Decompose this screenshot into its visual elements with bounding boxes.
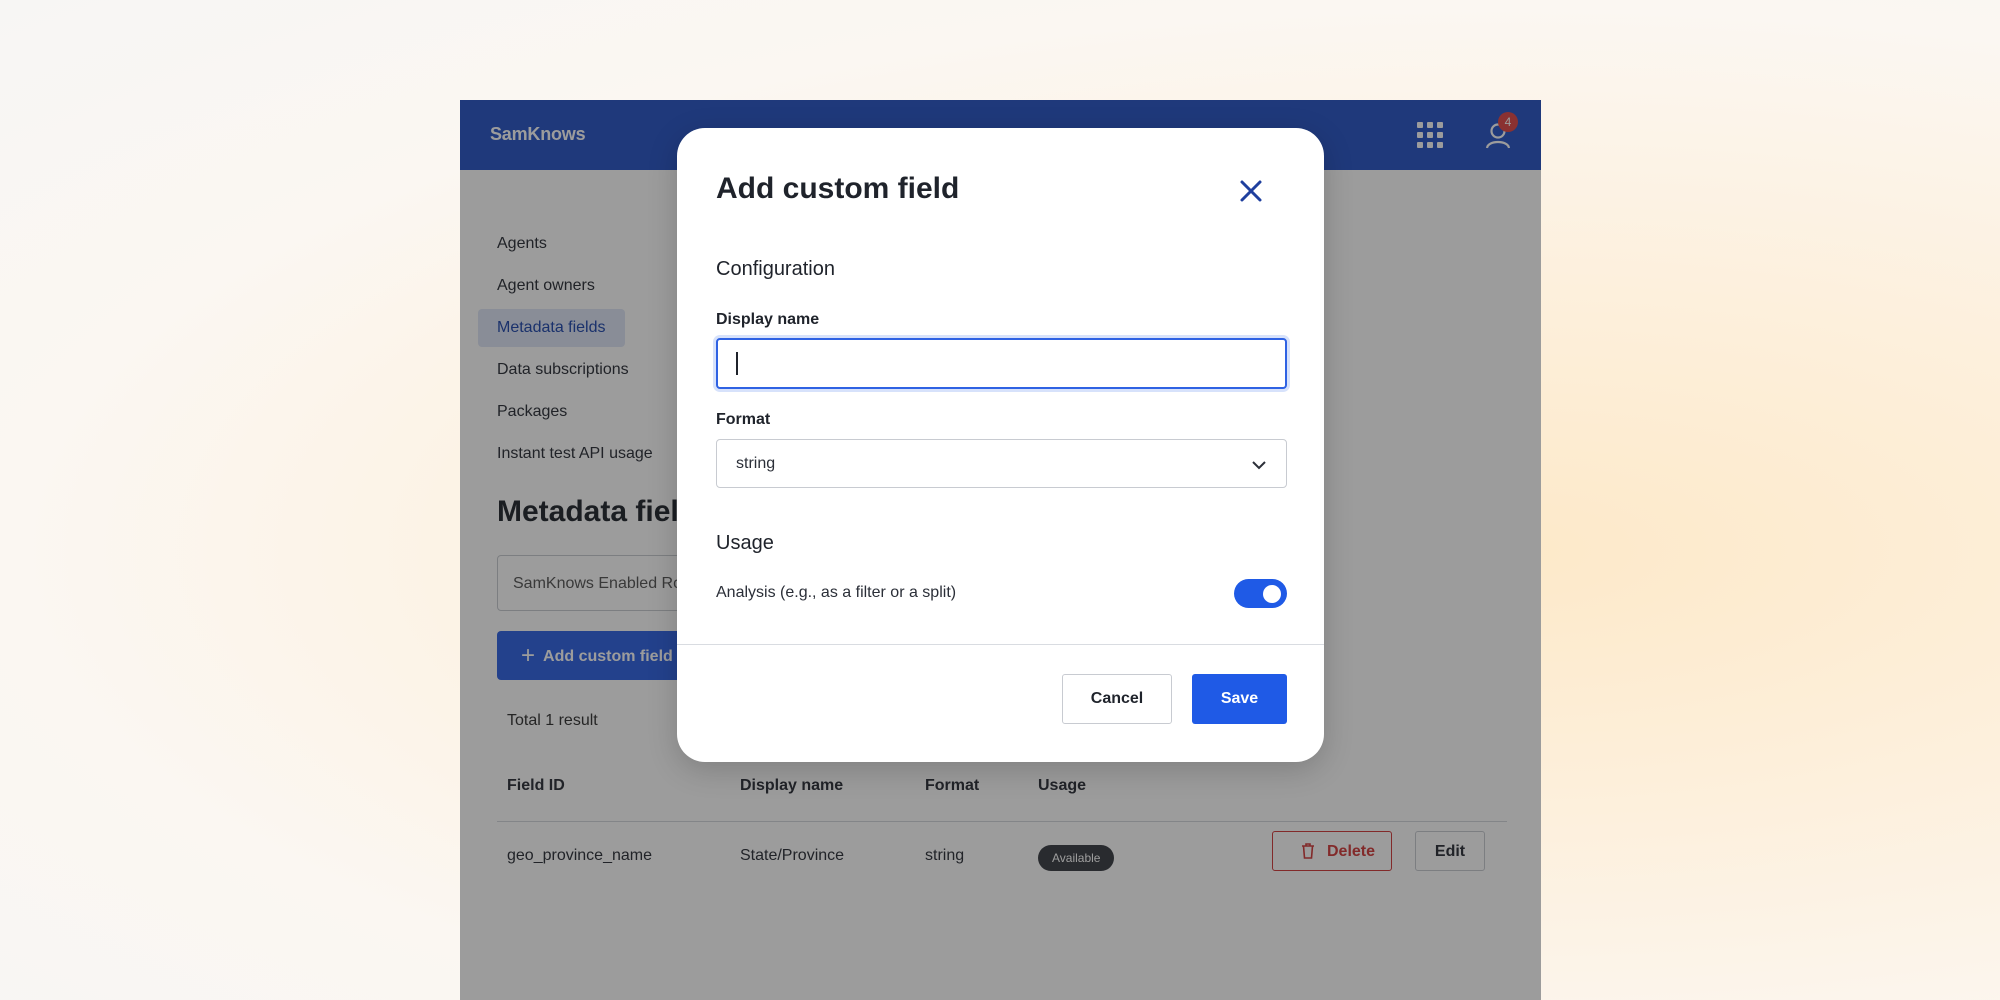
format-select[interactable]: string xyxy=(716,439,1287,488)
save-button[interactable]: Save xyxy=(1192,674,1287,724)
add-custom-field-dialog: Add custom field Configuration Display n… xyxy=(677,128,1324,762)
display-name-input[interactable] xyxy=(716,338,1287,389)
text-cursor xyxy=(736,352,738,375)
toggle-knob xyxy=(1263,585,1281,603)
configuration-heading: Configuration xyxy=(716,258,835,280)
cancel-button[interactable]: Cancel xyxy=(1062,674,1172,724)
format-label: Format xyxy=(716,411,771,428)
analysis-toggle[interactable] xyxy=(1234,579,1287,608)
analysis-label: Analysis (e.g., as a filter or a split) xyxy=(716,584,957,601)
dialog-footer-divider xyxy=(677,644,1324,645)
format-selected-value: string xyxy=(736,455,776,472)
close-icon[interactable] xyxy=(1232,172,1270,210)
chevron-down-icon xyxy=(1252,461,1266,470)
usage-heading: Usage xyxy=(716,532,774,554)
display-name-label: Display name xyxy=(716,311,820,328)
dialog-title: Add custom field xyxy=(716,172,960,205)
